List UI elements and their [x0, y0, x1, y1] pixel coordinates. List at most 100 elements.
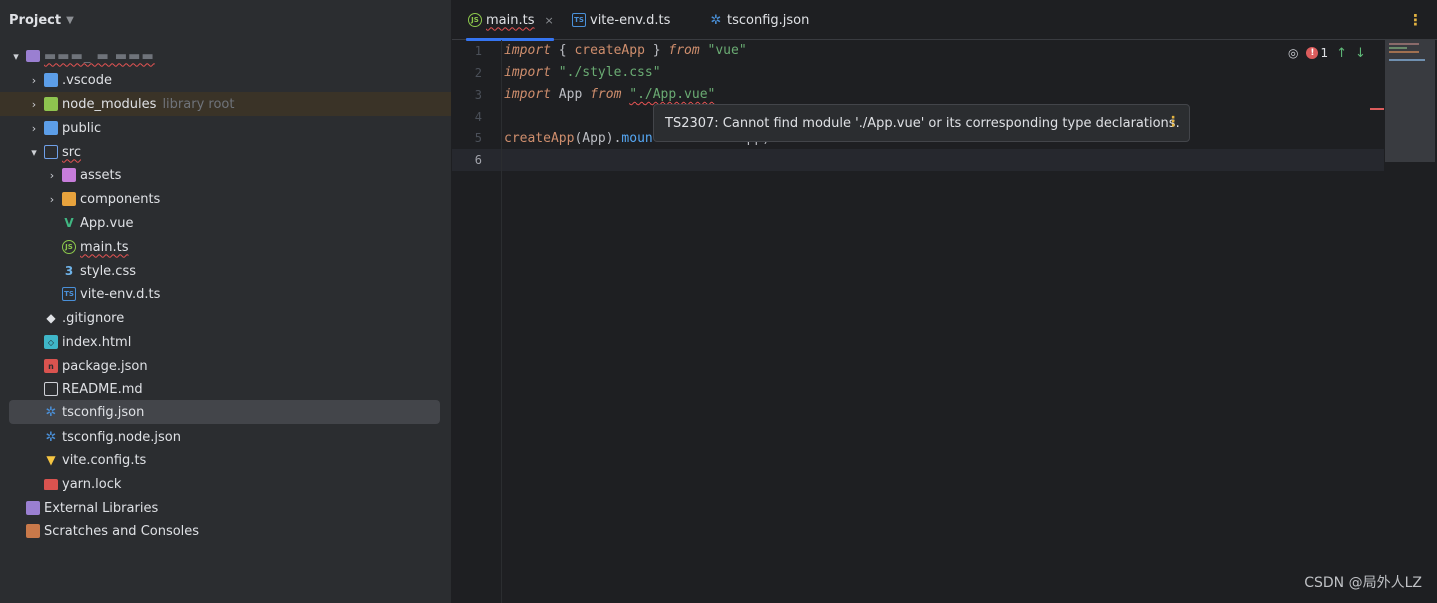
- eye-crossed-icon[interactable]: ◎: [1288, 46, 1298, 60]
- tab-main-ts[interactable]: JS main.ts ×: [466, 0, 554, 41]
- chevron-down-icon[interactable]: ▾: [8, 50, 24, 63]
- tree-item-components[interactable]: › components: [44, 187, 495, 211]
- tree-item-node-modules[interactable]: › node_modules library root: [0, 92, 451, 116]
- tree-item-label: main.ts: [80, 239, 129, 255]
- typescript-icon: TS: [572, 13, 586, 27]
- line-gutter[interactable]: 1 2 3 4 5 6: [452, 40, 502, 603]
- chevron-right-icon[interactable]: ›: [26, 98, 42, 111]
- error-stripe-marker[interactable]: [1370, 108, 1384, 110]
- scratches-icon: [26, 524, 40, 538]
- module-icon: [26, 50, 40, 62]
- tree-item-public[interactable]: › public: [26, 116, 477, 140]
- code-line-2[interactable]: import "./style.css": [504, 65, 661, 80]
- tree-root[interactable]: ▾ ▬▬▬_ ▬ ▬▬▬: [8, 44, 459, 68]
- tree-item-index-html[interactable]: ◇ index.html: [26, 330, 477, 354]
- arrow-down-icon[interactable]: ↓: [1355, 46, 1366, 61]
- npm-icon: n: [44, 359, 58, 373]
- lock-icon: [44, 478, 58, 490]
- chevron-down-icon[interactable]: ▼: [66, 15, 74, 26]
- line-number: 2: [474, 66, 482, 80]
- tree-item-vite-env[interactable]: TS vite-env.d.ts: [44, 282, 495, 306]
- tree-item-tsconfig-json[interactable]: ✲ tsconfig.json: [9, 400, 440, 424]
- tree-item-tsconfig-node-json[interactable]: ✲ tsconfig.node.json: [26, 425, 477, 449]
- chevron-right-icon[interactable]: ›: [26, 74, 42, 87]
- tab-label: main.ts: [486, 12, 535, 28]
- tree-item-label: README.md: [62, 381, 143, 397]
- tree-item-label: style.css: [80, 263, 136, 279]
- editor-area: JS main.ts × TS vite-env.d.ts ✲ tsconfig…: [452, 0, 1437, 603]
- error-indicator[interactable]: ! 1: [1306, 46, 1328, 60]
- chevron-right-icon[interactable]: ›: [44, 169, 60, 182]
- editor-tab-bar: JS main.ts × TS vite-env.d.ts ✲ tsconfig…: [452, 0, 1437, 41]
- library-icon: [26, 501, 40, 515]
- tree-item-app-vue[interactable]: V App.vue: [44, 211, 495, 235]
- folder-icon: [62, 192, 76, 206]
- tree-item-label: index.html: [62, 334, 132, 350]
- tree-item-readme[interactable]: README.md: [26, 377, 477, 401]
- markdown-icon: [44, 382, 58, 396]
- chevron-down-icon[interactable]: ▾: [26, 146, 42, 159]
- tree-item-label: components: [80, 191, 161, 207]
- tree-item-vscode[interactable]: › .vscode: [26, 68, 477, 92]
- error-import-path[interactable]: "./App.vue": [629, 87, 715, 102]
- tree-item-label: package.json: [62, 358, 148, 374]
- gutter-separator: [501, 40, 502, 603]
- tsconfig-icon: ✲: [710, 12, 722, 28]
- line-number: 1: [474, 44, 482, 58]
- tree-item-label: vite.config.ts: [62, 452, 147, 468]
- tab-tsconfig[interactable]: ✲ tsconfig.json: [707, 0, 810, 40]
- tree-item-label: node_modules: [62, 96, 157, 112]
- folder-icon: [44, 121, 58, 135]
- tsconfig-icon: ✲: [45, 429, 57, 445]
- minimap[interactable]: [1385, 40, 1435, 162]
- html-icon: ◇: [44, 335, 58, 349]
- code-line-1[interactable]: import { createApp } from "vue": [504, 43, 747, 58]
- git-icon: ◆: [46, 311, 56, 325]
- tab-label: vite-env.d.ts: [590, 12, 671, 28]
- tree-item-assets[interactable]: › assets: [44, 163, 495, 187]
- typescript-icon: TS: [62, 287, 76, 301]
- project-title[interactable]: Project: [9, 13, 61, 28]
- chevron-right-icon[interactable]: ›: [44, 193, 60, 206]
- tree-item-main-ts[interactable]: JS main.ts: [44, 235, 495, 259]
- folder-icon: [44, 97, 58, 111]
- tree-item-scratches[interactable]: Scratches and Consoles: [8, 519, 459, 543]
- code-line-3[interactable]: import App from "./App.vue": [504, 87, 715, 102]
- tree-item-label: tsconfig.json: [62, 404, 145, 420]
- tree-item-yarn-lock[interactable]: yarn.lock: [26, 472, 477, 496]
- tsconfig-icon: ✲: [45, 404, 57, 420]
- more-vertical-icon[interactable]: ⋮: [1166, 114, 1180, 130]
- nodejs-icon: JS: [468, 13, 482, 27]
- inspection-widget[interactable]: ◎ ! 1 ↑ ↓: [1288, 44, 1366, 62]
- tree-item-vite-config[interactable]: ▼ vite.config.ts: [26, 448, 477, 472]
- error-count: 1: [1320, 46, 1329, 60]
- error-icon: !: [1306, 47, 1319, 59]
- tab-vite-env[interactable]: TS vite-env.d.ts: [570, 0, 670, 40]
- tree-item-label: vite-env.d.ts: [80, 286, 161, 302]
- tree-item-style-css[interactable]: 3 style.css: [44, 259, 495, 283]
- watermark: CSDN @局外人LZ: [1304, 575, 1422, 591]
- tree-item-gitignore[interactable]: ◆ .gitignore: [26, 306, 477, 330]
- tree-item-label: .vscode: [62, 72, 112, 88]
- line-number: 6: [474, 153, 482, 167]
- tree-item-label: public: [62, 120, 102, 136]
- folder-icon: [44, 73, 58, 87]
- more-vertical-icon[interactable]: ⋮: [1408, 11, 1423, 29]
- error-tooltip-message: TS2307: Cannot find module './App.vue' o…: [665, 115, 1180, 131]
- library-root-tag: library root: [162, 96, 235, 112]
- tree-item-label: App.vue: [80, 215, 134, 231]
- tab-label: tsconfig.json: [727, 12, 810, 28]
- project-panel-header[interactable]: Project ▼: [0, 0, 451, 40]
- tree-item-external-libraries[interactable]: External Libraries: [8, 496, 459, 520]
- arrow-up-icon[interactable]: ↑: [1336, 46, 1347, 61]
- tree-item-label: src: [62, 144, 81, 160]
- nodejs-icon: JS: [62, 240, 76, 254]
- close-icon[interactable]: ×: [544, 14, 553, 27]
- tree-item-label: tsconfig.node.json: [62, 429, 181, 445]
- tree-item-package-json[interactable]: n package.json: [26, 354, 477, 378]
- tree-item-src[interactable]: ▾ src: [26, 140, 477, 164]
- tree-item-label: yarn.lock: [62, 476, 122, 492]
- css-icon: 3: [64, 264, 74, 278]
- folder-icon: [44, 145, 58, 159]
- chevron-right-icon[interactable]: ›: [26, 122, 42, 135]
